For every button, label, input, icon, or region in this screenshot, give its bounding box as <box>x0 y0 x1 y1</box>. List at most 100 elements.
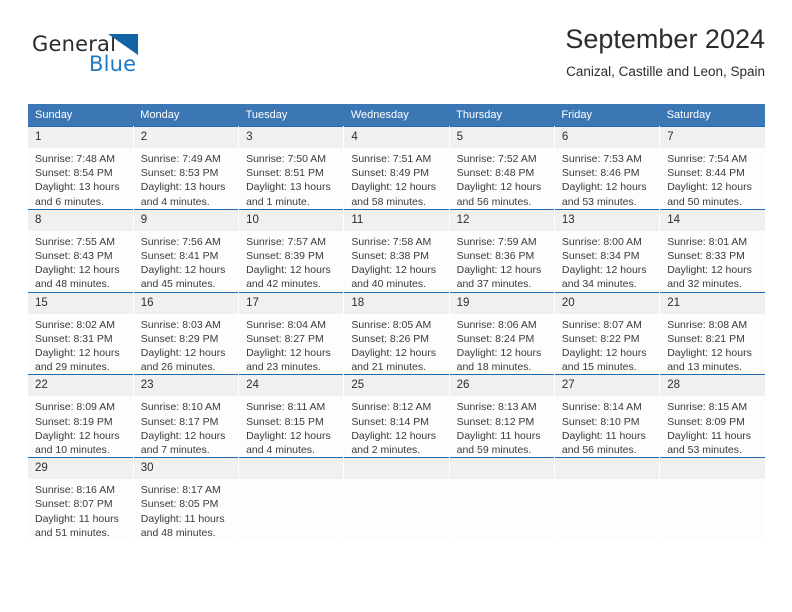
calendar-day-cell[interactable]: 21 Sunrise: 8:08 AM Sunset: 8:21 PM Dayligh… <box>659 291 765 375</box>
calendar-day-cell[interactable]: 28 Sunrise: 8:15 AM Sunset: 8:09 PM Dayligh… <box>659 374 765 458</box>
calendar-day-cell[interactable]: 19 Sunrise: 8:06 AM Sunset: 8:24 PM Dayligh… <box>449 291 555 375</box>
day-details: Sunrise: 8:04 AM Sunset: 8:27 PM Daylight:… <box>239 314 343 375</box>
sunset-text: Sunset: 8:54 PM <box>35 167 113 180</box>
sunrise-text: Sunrise: 8:02 AM <box>35 318 115 331</box>
calendar-day-cell[interactable]: 11 Sunrise: 7:58 AM Sunset: 8:38 PM Dayligh… <box>343 208 450 293</box>
calendar-day-cell[interactable]: 8 Sunrise: 7:55 AM Sunset: 8:43 PM Daylight… <box>28 208 134 293</box>
sunrise-text: Sunrise: 8:06 AM <box>456 318 537 331</box>
day-number <box>660 458 765 480</box>
sunrise-text: Sunrise: 8:16 AM <box>35 484 115 497</box>
sunrise-text: Sunrise: 7:49 AM <box>140 153 221 165</box>
sunset-text: Sunset: 8:12 PM <box>456 415 535 428</box>
sunset-text: Sunset: 8:49 PM <box>351 167 429 180</box>
sunrise-text: Sunrise: 8:13 AM <box>456 401 537 414</box>
weekday-header-tuesday: Tuesday <box>238 104 344 127</box>
day-details: Sunrise: 8:06 AM Sunset: 8:24 PM Daylight:… <box>450 314 554 375</box>
calendar-day-cell[interactable]: 7 Sunrise: 7:54 AM Sunset: 8:44 PM Daylight… <box>659 126 765 210</box>
sunrise-text: Sunrise: 7:52 AM <box>456 153 537 165</box>
calendar-day-cell[interactable]: 29 Sunrise: 8:16 AM Sunset: 8:07 PM Dayligh… <box>28 457 134 541</box>
weekday-header-wednesday: Wednesday <box>343 104 450 127</box>
daylight-text: Daylight: 12 hours and 15 minutes. <box>561 347 647 374</box>
page-title: September 2024 <box>565 24 765 54</box>
sunset-text: Sunset: 8:33 PM <box>667 250 745 263</box>
day-number: 10 <box>239 209 344 231</box>
sunset-text: Sunset: 8:53 PM <box>140 167 219 180</box>
daylight-text: Daylight: 12 hours and 50 minutes. <box>667 181 752 208</box>
sunset-text: Sunset: 8:10 PM <box>561 415 640 428</box>
day-number: 23 <box>133 375 239 397</box>
calendar-day-cell[interactable]: 3 Sunrise: 7:50 AM Sunset: 8:51 PM Daylight… <box>238 126 345 210</box>
weekday-header-saturday: Saturday <box>659 104 765 127</box>
sunrise-text: Sunrise: 8:10 AM <box>140 401 221 414</box>
sunset-text: Sunset: 8:41 PM <box>140 250 219 263</box>
daylight-text: Daylight: 12 hours and 10 minutes. <box>35 429 120 457</box>
daylight-text: Daylight: 11 hours and 56 minutes. <box>561 429 646 457</box>
day-number: 17 <box>239 292 344 314</box>
title-block: September 2024 Canizal, Castille and Leo… <box>565 22 765 82</box>
sunrise-text: Sunrise: 7:57 AM <box>246 235 327 248</box>
calendar-page: General Blue September 2024 Canizal, Cas… <box>0 0 792 612</box>
calendar-day-cell[interactable]: 13 Sunrise: 8:00 AM Sunset: 8:34 PM Dayligh… <box>554 208 661 293</box>
calendar-day-cell[interactable]: 12 Sunrise: 7:59 AM Sunset: 8:36 PM Dayligh… <box>449 208 555 293</box>
calendar-day-cell[interactable]: 20 Sunrise: 8:07 AM Sunset: 8:22 PM Dayligh… <box>554 291 661 375</box>
day-number: 25 <box>344 375 449 397</box>
sunset-text: Sunset: 8:15 PM <box>246 415 324 428</box>
daylight-text: Daylight: 12 hours and 32 minutes. <box>667 264 752 291</box>
daylight-text: Daylight: 12 hours and 42 minutes. <box>246 264 331 291</box>
calendar-day-cell[interactable]: 23 Sunrise: 8:10 AM Sunset: 8:17 PM Dayligh… <box>133 374 240 458</box>
calendar-day-cell[interactable]: 15 Sunrise: 8:02 AM Sunset: 8:31 PM Dayligh… <box>28 291 134 375</box>
daylight-text: Daylight: 13 hours and 4 minutes. <box>140 181 226 208</box>
sunset-text: Sunset: 8:44 PM <box>667 167 745 180</box>
calendar-day-cell[interactable]: 4 Sunrise: 7:51 AM Sunset: 8:49 PM Daylight… <box>343 126 450 210</box>
calendar-day-cell[interactable]: 18 Sunrise: 8:05 AM Sunset: 8:26 PM Dayligh… <box>343 291 450 375</box>
day-number: 24 <box>239 375 344 397</box>
sunset-text: Sunset: 8:19 PM <box>35 415 113 428</box>
calendar-day-cell[interactable]: 22 Sunrise: 8:09 AM Sunset: 8:19 PM Dayligh… <box>28 374 134 458</box>
day-details: Sunrise: 8:15 AM Sunset: 8:09 PM Daylight:… <box>660 396 765 457</box>
calendar-day-cell[interactable]: 17 Sunrise: 8:04 AM Sunset: 8:27 PM Dayligh… <box>238 291 345 375</box>
calendar-day-cell[interactable]: 1 Sunrise: 7:48 AM Sunset: 8:54 PM Daylight… <box>28 126 134 210</box>
day-number: 30 <box>133 458 239 480</box>
calendar-table: Sunday Monday Tuesday Wednesday Thursday… <box>28 104 765 541</box>
day-number: 6 <box>554 127 660 148</box>
calendar-day-cell[interactable]: 6 Sunrise: 7:53 AM Sunset: 8:46 PM Daylight… <box>554 126 661 210</box>
calendar-day-cell[interactable]: 25 Sunrise: 8:12 AM Sunset: 8:14 PM Dayligh… <box>343 374 450 458</box>
day-number: 2 <box>133 127 239 148</box>
daylight-text: Daylight: 12 hours and 58 minutes. <box>351 181 436 208</box>
day-number: 22 <box>28 375 133 397</box>
weekday-header-thursday: Thursday <box>449 104 555 127</box>
calendar-day-cell[interactable]: 10 Sunrise: 7:57 AM Sunset: 8:39 PM Dayligh… <box>238 208 345 293</box>
sunrise-text: Sunrise: 8:03 AM <box>140 318 221 331</box>
calendar-day-cell[interactable]: 2 Sunrise: 7:49 AM Sunset: 8:53 PM Daylight… <box>133 126 240 210</box>
calendar-day-cell[interactable]: 30 Sunrise: 8:17 AM Sunset: 8:05 PM Dayligh… <box>133 457 240 541</box>
daylight-text: Daylight: 12 hours and 2 minutes. <box>351 429 436 457</box>
daylight-text: Daylight: 12 hours and 18 minutes. <box>456 347 542 374</box>
day-details: Sunrise: 8:07 AM Sunset: 8:22 PM Daylight:… <box>555 314 659 375</box>
sunset-text: Sunset: 8:34 PM <box>561 250 640 263</box>
sunrise-text: Sunrise: 8:01 AM <box>667 235 748 248</box>
calendar-day-cell[interactable]: 27 Sunrise: 8:14 AM Sunset: 8:10 PM Dayligh… <box>554 374 661 458</box>
day-details: Sunrise: 7:56 AM Sunset: 8:41 PM Daylight:… <box>134 231 238 292</box>
sunset-text: Sunset: 8:05 PM <box>140 498 219 511</box>
calendar-day-cell[interactable]: 9 Sunrise: 7:56 AM Sunset: 8:41 PM Daylight… <box>133 208 240 293</box>
calendar-week-row: 8 Sunrise: 7:55 AM Sunset: 8:43 PM Daylight… <box>28 208 765 293</box>
day-number: 26 <box>449 375 554 397</box>
sunset-text: Sunset: 8:48 PM <box>456 167 535 180</box>
daylight-text: Daylight: 11 hours and 53 minutes. <box>667 429 752 457</box>
day-details: Sunrise: 7:58 AM Sunset: 8:38 PM Daylight:… <box>344 231 448 292</box>
sunset-text: Sunset: 8:22 PM <box>561 332 640 345</box>
daylight-text: Daylight: 12 hours and 45 minutes. <box>140 264 226 291</box>
day-number: 18 <box>344 292 449 314</box>
day-details: Sunrise: 7:51 AM Sunset: 8:49 PM Daylight:… <box>344 148 448 209</box>
calendar-day-cell[interactable]: 14 Sunrise: 8:01 AM Sunset: 8:33 PM Dayligh… <box>659 208 765 293</box>
brand-logo[interactable]: General Blue <box>32 32 162 82</box>
calendar-header-row: Sunday Monday Tuesday Wednesday Thursday… <box>28 104 765 127</box>
weekday-header-friday: Friday <box>554 104 660 127</box>
calendar-day-cell[interactable]: 26 Sunrise: 8:13 AM Sunset: 8:12 PM Dayligh… <box>449 374 555 458</box>
sunrise-text: Sunrise: 7:50 AM <box>246 153 327 165</box>
daylight-text: Daylight: 12 hours and 37 minutes. <box>456 264 542 291</box>
calendar-day-cell[interactable]: 5 Sunrise: 7:52 AM Sunset: 8:48 PM Daylight… <box>449 126 555 210</box>
calendar-day-cell[interactable]: 24 Sunrise: 8:11 AM Sunset: 8:15 PM Dayligh… <box>238 374 345 458</box>
day-details: Sunrise: 8:01 AM Sunset: 8:33 PM Daylight:… <box>660 231 765 292</box>
calendar-day-cell[interactable]: 16 Sunrise: 8:03 AM Sunset: 8:29 PM Dayligh… <box>133 291 240 375</box>
